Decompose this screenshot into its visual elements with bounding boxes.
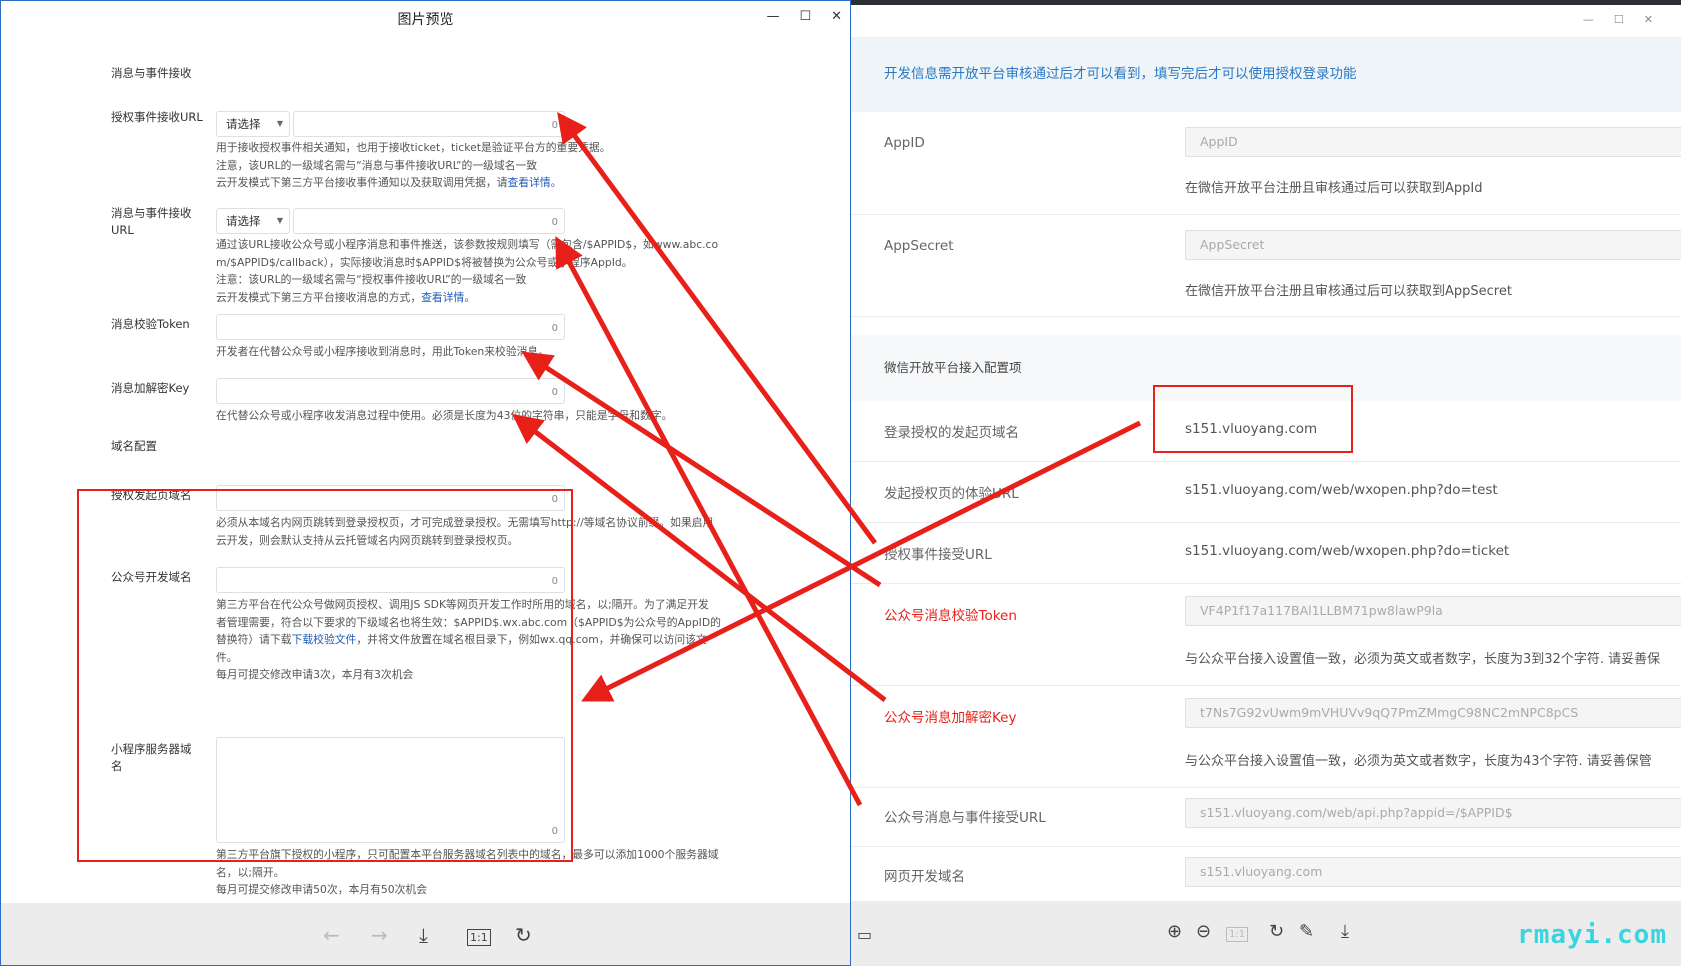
help-line: 注意，该URL的一级域名需与“消息与事件接收URL”的一级域名一致 <box>216 158 538 172</box>
close-icon[interactable]: ✕ <box>831 9 842 24</box>
label-appsecret: AppSecret <box>884 238 954 254</box>
row-aeskey: 公众号消息加解密Key t7Ns7G92vUwm9mVHUVv9qQ7PmZMm… <box>851 686 1681 788</box>
zoom-in-icon[interactable]: ⊕ <box>1167 921 1182 942</box>
help-line: 云开发模式下第三方平台接收事件通知以及获取调用凭据，请查看详情。 <box>216 174 736 192</box>
window-controls: — ☐ ✕ <box>766 1 842 31</box>
label-appid: AppID <box>884 135 925 151</box>
download-icon[interactable]: ⤓ <box>419 923 428 947</box>
minimize-icon[interactable]: — <box>766 9 779 24</box>
help-line: 通过该URL接收公众号或小程序消息和事件推送，该参数按规则填写（需包含/$APP… <box>216 238 719 251</box>
row-web-domain: 网页开发域名 s151.vluoyang.com <box>851 847 1681 901</box>
help-line: 用于接收授权事件相关通知，也用于接收ticket，ticket是验证平台方的重要… <box>216 141 611 154</box>
section-title-message: 消息与事件接收 <box>111 66 192 80</box>
web-domain-input[interactable]: s151.vluoyang.com <box>1185 857 1681 887</box>
scheme-select[interactable]: 请选择 ▼ <box>216 208 290 234</box>
label-auth-event-url: 授权事件接收URL <box>111 110 203 124</box>
rotate-icon[interactable]: ↻ <box>515 923 532 947</box>
thumbnail-icon[interactable]: ▭ <box>857 925 872 944</box>
help-auth-event-url: 用于接收授权事件相关通知，也用于接收ticket，ticket是验证平台方的重要… <box>216 139 736 192</box>
help-text: 云开发模式下第三方平台接收消息的方式， <box>216 290 422 304</box>
watermark-logo: rmayi.com <box>1517 920 1667 950</box>
token-input[interactable]: VF4P1f17a117BAl1LLBM71pw8lawP9la <box>1185 596 1681 626</box>
auth-event-url-input[interactable]: 0 <box>293 111 565 137</box>
appsecret-input[interactable]: AppSecret <box>1185 230 1681 260</box>
label-msg-url: 公众号消息与事件接受URL <box>884 810 1046 826</box>
scheme-select[interactable]: 请选择 ▼ <box>216 111 290 137</box>
view-details-link[interactable]: 查看详情。 <box>421 291 475 304</box>
aes-key-input[interactable]: 0 <box>216 378 565 404</box>
chevron-down-icon: ▼ <box>276 216 283 225</box>
label-msg-event-url: 消息与事件接收URL <box>111 206 192 237</box>
help-appsecret: 在微信开放平台注册且审核通过后可以获取到AppSecret <box>1185 284 1512 299</box>
help-text: 云开发模式下第三方平台接收事件通知以及获取调用凭据，请 <box>216 176 508 189</box>
help-msg-event-url: 通过该URL接收公众号或小程序消息和事件推送，该参数按规则填写（需包含/$APP… <box>216 236 736 306</box>
value-ticket-url: s151.vluoyang.com/web/wxopen.php?do=tick… <box>1185 543 1510 559</box>
maximize-icon[interactable]: ☐ <box>799 9 811 24</box>
help-token: 开发者在代替公众号或小程序接收到消息时，用此Token来校验消息。 <box>216 345 550 358</box>
annotation-box-login-domain <box>1153 385 1353 453</box>
row-msg-url: 公众号消息与事件接受URL s151.vluoyang.com/web/api.… <box>851 788 1681 847</box>
edit-icon[interactable]: ✎ <box>1299 921 1314 942</box>
row-test-url: 发起授权页的体验URL s151.vluoyang.com/web/wxopen… <box>851 462 1681 523</box>
label-test-url: 发起授权页的体验URL <box>884 486 1019 502</box>
help-aes-key: 在代替公众号或小程序收发消息过程中使用。必须是长度为43位的字符串，只能是字母和… <box>216 409 673 422</box>
msg-event-url-input[interactable]: 0 <box>293 208 565 234</box>
char-count: 0 <box>551 217 558 228</box>
rotate-icon[interactable]: ↻ <box>1269 921 1284 942</box>
char-count: 0 <box>551 120 558 131</box>
view-details-link[interactable]: 查看详情。 <box>508 176 562 189</box>
label-aes-key: 消息加解密Key <box>111 381 190 395</box>
section-title-domain: 域名配置 <box>111 439 157 453</box>
help-line: 名，以;隔开。 <box>216 865 285 879</box>
row-appsecret: AppSecret AppSecret 在微信开放平台注册且审核通过后可以获取到… <box>851 215 1681 317</box>
annotation-box-domain-fields <box>77 489 573 862</box>
download-icon[interactable]: ⤓ <box>1341 921 1349 942</box>
msg-url-input[interactable]: s151.vluoyang.com/web/api.php?appid=/$AP… <box>1185 798 1681 828</box>
select-value: 请选择 <box>226 117 261 131</box>
preview-toolbar: ← → ⤓ 1:1 ↻ <box>1 903 850 965</box>
label-token: 公众号消息校验Token <box>884 608 1017 624</box>
window-controls: — ☐ ✕ <box>1583 9 1653 29</box>
actual-size-icon[interactable]: 1:1 <box>1226 927 1249 942</box>
row-appid: AppID AppID 在微信开放平台注册且审核通过后可以获取到AppId <box>851 112 1681 215</box>
label-web-domain: 网页开发域名 <box>884 869 965 885</box>
minimize-icon[interactable]: — <box>1583 13 1594 26</box>
image-preview-window-right: — ☐ ✕ 开发信息需开放平台审核通过后才可以看到，填写完后才可以使用授权登录功… <box>851 5 1681 966</box>
label-aeskey: 公众号消息加解密Key <box>884 710 1017 726</box>
help-line: m/$APPID$/callback），实际接收消息时$APPID$将被替换为公… <box>216 255 633 269</box>
row-token: 公众号消息校验Token VF4P1f17a117BAl1LLBM71pw8la… <box>851 584 1681 686</box>
prev-arrow-icon[interactable]: ← <box>323 923 340 947</box>
label-login-domain: 登录授权的发起页域名 <box>884 425 1019 441</box>
window-title: 图片预览 <box>1 1 850 39</box>
label-token: 消息校验Token <box>111 317 190 331</box>
help-line: 云开发模式下第三方平台接收消息的方式，查看详情。 <box>216 289 736 307</box>
help-token: 与公众平台接入设置值一致，必须为英文或者数字，长度为3到32个字符. 请妥善保 <box>1185 652 1661 667</box>
maximize-icon[interactable]: ☐ <box>1614 13 1624 26</box>
help-line: 每月可提交修改申请50次，本月有50次机会 <box>216 883 428 896</box>
char-count: 0 <box>551 323 558 334</box>
actual-size-icon[interactable]: 1:1 <box>467 929 491 946</box>
label-ticket-url: 授权事件接受URL <box>884 547 992 563</box>
close-icon[interactable]: ✕ <box>1644 13 1653 26</box>
notice-banner: 开发信息需开放平台审核通过后才可以看到，填写完后才可以使用授权登录功能 <box>851 37 1681 112</box>
char-count: 0 <box>551 387 558 398</box>
help-appid: 在微信开放平台注册且审核通过后可以获取到AppId <box>1185 181 1483 196</box>
window-titlebar: — ☐ ✕ <box>851 5 1681 37</box>
appid-input[interactable]: AppID <box>1185 127 1681 157</box>
row-ticket-url: 授权事件接受URL s151.vluoyang.com/web/wxopen.p… <box>851 523 1681 584</box>
help-line: 注意：该URL的一级域名需与“授权事件接收URL”的一级域名一致 <box>216 273 527 286</box>
chevron-down-icon: ▼ <box>276 119 283 128</box>
next-arrow-icon[interactable]: → <box>371 923 388 947</box>
select-value: 请选择 <box>226 214 261 228</box>
token-input[interactable]: 0 <box>216 314 565 340</box>
value-test-url: s151.vluoyang.com/web/wxopen.php?do=test <box>1185 482 1498 498</box>
aeskey-input[interactable]: t7Ns7G92vUwm9mVHUVv9qQ7PmZMmgC98NC2mNPC8… <box>1185 698 1681 728</box>
zoom-out-icon[interactable]: ⊖ <box>1196 921 1211 942</box>
help-aeskey: 与公众平台接入设置值一致，必须为英文或者数字，长度为43个字符. 请妥善保管 <box>1185 754 1652 769</box>
